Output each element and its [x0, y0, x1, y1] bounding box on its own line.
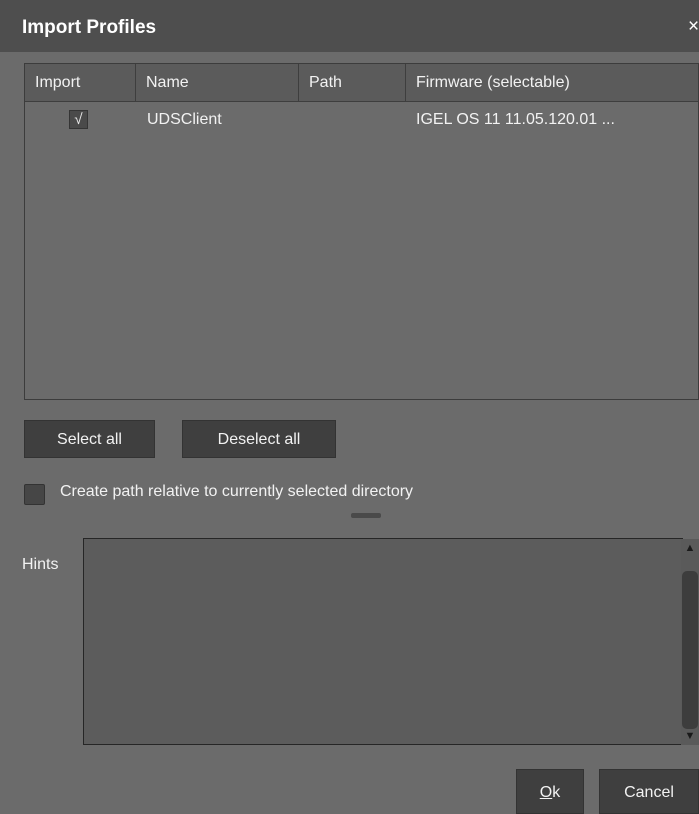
- arrow-down-icon[interactable]: ▼: [681, 729, 699, 743]
- cancel-button[interactable]: Cancel: [599, 769, 699, 814]
- dialog-titlebar: Import Profiles ×: [0, 0, 699, 52]
- ok-mnemonic: O: [539, 784, 553, 801]
- arrow-up-icon[interactable]: ▲: [681, 541, 699, 555]
- deselect-all-button[interactable]: Deselect all: [182, 420, 336, 458]
- relative-path-label: Create path relative to currently select…: [60, 483, 414, 500]
- column-header-name[interactable]: Name: [136, 64, 299, 101]
- profile-name-cell: UDSClient: [147, 111, 222, 128]
- import-checkbox[interactable]: √: [69, 110, 88, 129]
- splitter-handle[interactable]: [351, 513, 381, 518]
- table-header: Import Name Path Firmware (selectable): [25, 64, 698, 102]
- hints-label: Hints: [22, 556, 59, 573]
- dialog-title: Import Profiles: [22, 17, 157, 38]
- select-all-button[interactable]: Select all: [24, 420, 155, 458]
- close-icon[interactable]: ×: [688, 16, 699, 38]
- hints-scrollbar[interactable]: ▲ ▼: [681, 539, 699, 745]
- firmware-select-cell[interactable]: IGEL OS 11 11.05.120.01 ...: [416, 101, 615, 139]
- scrollbar-thumb[interactable]: [682, 571, 698, 729]
- column-header-path[interactable]: Path: [299, 64, 406, 101]
- column-header-import[interactable]: Import: [25, 64, 136, 101]
- ok-button[interactable]: Ok: [516, 769, 584, 814]
- ok-label-rest: k: [552, 784, 561, 801]
- hints-textarea[interactable]: [83, 538, 683, 745]
- column-header-firmware[interactable]: Firmware (selectable): [406, 64, 698, 101]
- relative-path-checkbox[interactable]: [24, 484, 45, 505]
- table-row[interactable]: √ UDSClient IGEL OS 11 11.05.120.01 ...: [25, 101, 698, 139]
- profiles-table: Import Name Path Firmware (selectable) √…: [24, 63, 699, 400]
